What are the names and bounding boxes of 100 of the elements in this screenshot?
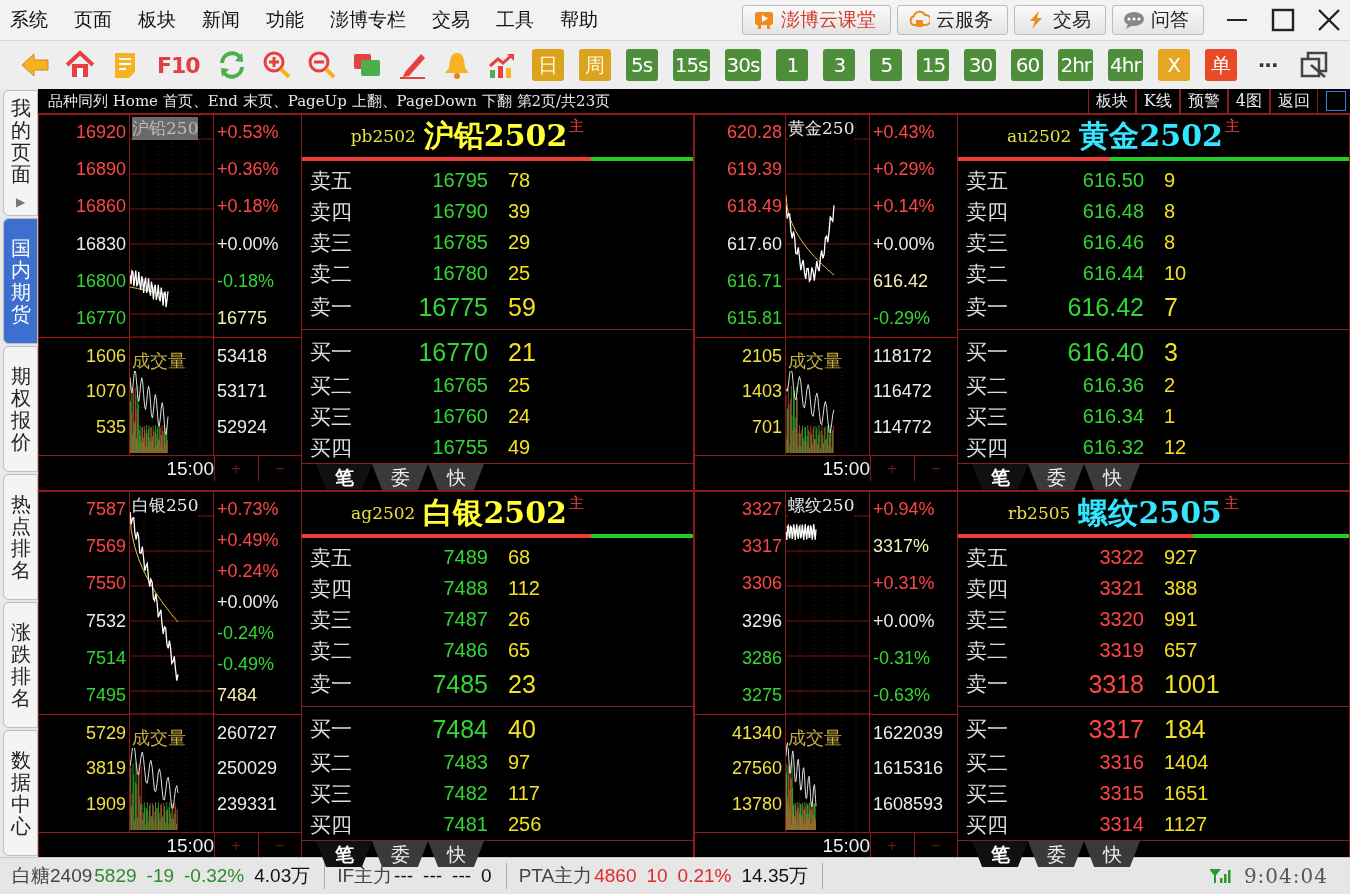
toolbar-button[interactable]: 2hr <box>1058 49 1094 81</box>
volume-value: 78 <box>507 169 532 192</box>
top-button[interactable]: 问答 <box>1112 5 1204 35</box>
tab[interactable]: 委 <box>1028 464 1084 490</box>
menu-item[interactable]: 新闻 <box>202 7 252 33</box>
time-label: 15:00 <box>821 834 870 857</box>
volume-value: 1404 <box>1163 751 1210 774</box>
header-button[interactable]: 预警 <box>1179 89 1228 113</box>
time-label: 15:00 <box>821 457 870 480</box>
header-button[interactable]: 板块 <box>1087 89 1136 113</box>
volume-value: 59 <box>507 292 537 322</box>
quote-value: 5829 <box>94 865 137 887</box>
home-icon[interactable] <box>65 50 95 80</box>
square-icon[interactable] <box>1326 91 1346 111</box>
signal-icon <box>1209 868 1232 884</box>
tab[interactable]: 笔 <box>316 464 372 490</box>
toolbar-button[interactable]: 3 <box>823 49 856 81</box>
axis-label: +0.00% <box>216 591 279 613</box>
top-button[interactable]: 澎博云课堂 <box>742 5 891 35</box>
tab[interactable]: 委 <box>372 464 428 490</box>
toolbar-button[interactable]: 1 <box>776 49 809 81</box>
axis-label: 16920 <box>75 121 127 143</box>
header-button[interactable]: 4图 <box>1227 89 1270 113</box>
toolbar-button[interactable]: 15s <box>672 49 710 81</box>
axis-label: 7514 <box>85 646 127 669</box>
tab[interactable]: 快 <box>1084 841 1140 867</box>
menu-item[interactable]: 功能 <box>266 7 316 33</box>
axis-label: +0.18% <box>216 195 279 218</box>
row-label: 卖二 <box>310 260 353 288</box>
axis-label: 27560 <box>731 757 783 780</box>
tab[interactable]: 快 <box>428 464 484 490</box>
axis-label: 5729 <box>85 721 127 744</box>
tab[interactable]: 笔 <box>316 841 372 867</box>
zoom-out-icon[interactable] <box>306 50 337 80</box>
tab[interactable]: 委 <box>372 841 428 867</box>
axis-label: 1403 <box>741 380 783 403</box>
price-value: 3314 <box>1098 813 1144 836</box>
sidebar-tab[interactable]: 热点排名 <box>3 474 38 600</box>
tab[interactable]: 快 <box>1084 464 1140 490</box>
toolbar-button[interactable]: 30s <box>724 49 762 81</box>
row-label: 买二 <box>966 749 1009 777</box>
top-button[interactable]: 云服务 <box>897 5 1008 35</box>
quote-value: 0 <box>481 865 492 887</box>
window-restore-icon[interactable] <box>1298 50 1329 80</box>
sidebar-tab[interactable]: 国内期货 <box>3 218 38 344</box>
menu-item[interactable]: 工具 <box>496 7 546 33</box>
header-button[interactable]: K线 <box>1135 89 1180 113</box>
toolbar-button[interactable]: 4hr <box>1108 49 1143 81</box>
toolbar-button[interactable]: 60 <box>1011 49 1044 81</box>
toolbar-button[interactable]: 5s <box>625 49 658 81</box>
price-value: 7482 <box>442 782 488 805</box>
axis-label: -0.63% <box>872 683 931 706</box>
header-button[interactable]: 返回 <box>1270 89 1318 113</box>
maximize-icon[interactable] <box>1270 7 1296 33</box>
volume-value: 1651 <box>1163 782 1210 805</box>
menu-item[interactable]: 板块 <box>138 7 188 33</box>
row-label: 买三 <box>310 403 353 431</box>
quote-name: 白糖2409 <box>12 864 93 888</box>
toolbar-button[interactable]: F10 <box>155 49 202 81</box>
menu-item[interactable]: 系统 <box>10 7 60 33</box>
menu-item[interactable]: 交易 <box>432 7 482 33</box>
axis-label: 16860 <box>75 195 127 218</box>
axis-label: +0.14% <box>872 195 935 218</box>
sidebar-tab[interactable]: 期权报价 <box>3 346 38 472</box>
volume-value: 97 <box>507 751 532 774</box>
menu-item[interactable]: 帮助 <box>560 7 610 33</box>
sidebar-tab[interactable]: 数据中心 <box>3 730 38 856</box>
toolbar-button[interactable]: 30 <box>964 49 997 81</box>
volume-value: 2 <box>1163 374 1177 397</box>
axis-label: +0.24% <box>216 560 279 582</box>
clock-time: 9:04:04 <box>1243 864 1328 888</box>
top-button[interactable]: 交易 <box>1014 5 1106 35</box>
row-label: 卖二 <box>966 260 1009 288</box>
price-value: 616.36 <box>1081 374 1144 397</box>
toolbar-button[interactable]: 15 <box>917 49 950 81</box>
contract-code: pb2502 <box>350 126 416 146</box>
close-icon[interactable] <box>1316 7 1342 33</box>
sidebar-tab[interactable]: 我的页面 ▶ <box>3 90 38 216</box>
axis-label: +0.49% <box>216 529 279 551</box>
axis-label: 1070 <box>85 380 127 403</box>
volume-value: 1127 <box>1163 813 1208 836</box>
price-value: 16770 <box>417 337 488 367</box>
tab[interactable]: 快 <box>428 841 484 867</box>
toolbar-button[interactable]: 5 <box>870 49 903 81</box>
back-arrow-icon[interactable] <box>20 50 50 80</box>
tab[interactable]: 笔 <box>972 464 1028 490</box>
axis-label: 3306 <box>741 572 783 595</box>
toolbar-button[interactable]: ··· <box>1251 49 1284 81</box>
sidebar-tab[interactable]: 涨跌排名 <box>3 602 38 728</box>
tab[interactable]: 委 <box>1028 841 1084 867</box>
volume-value: 25 <box>507 262 532 285</box>
chart-title: 白银250 <box>132 494 199 517</box>
tab[interactable]: 笔 <box>972 841 1028 867</box>
row-label: 买一 <box>310 716 353 743</box>
price-value: 3318 <box>1087 669 1144 699</box>
zoom-in-icon[interactable] <box>261 50 292 80</box>
volume-value: 26 <box>507 608 532 631</box>
toolbar-button[interactable]: 单 <box>1204 49 1237 81</box>
menu-item[interactable]: 页面 <box>74 7 124 33</box>
menu-item[interactable]: 澎博专栏 <box>330 7 418 33</box>
